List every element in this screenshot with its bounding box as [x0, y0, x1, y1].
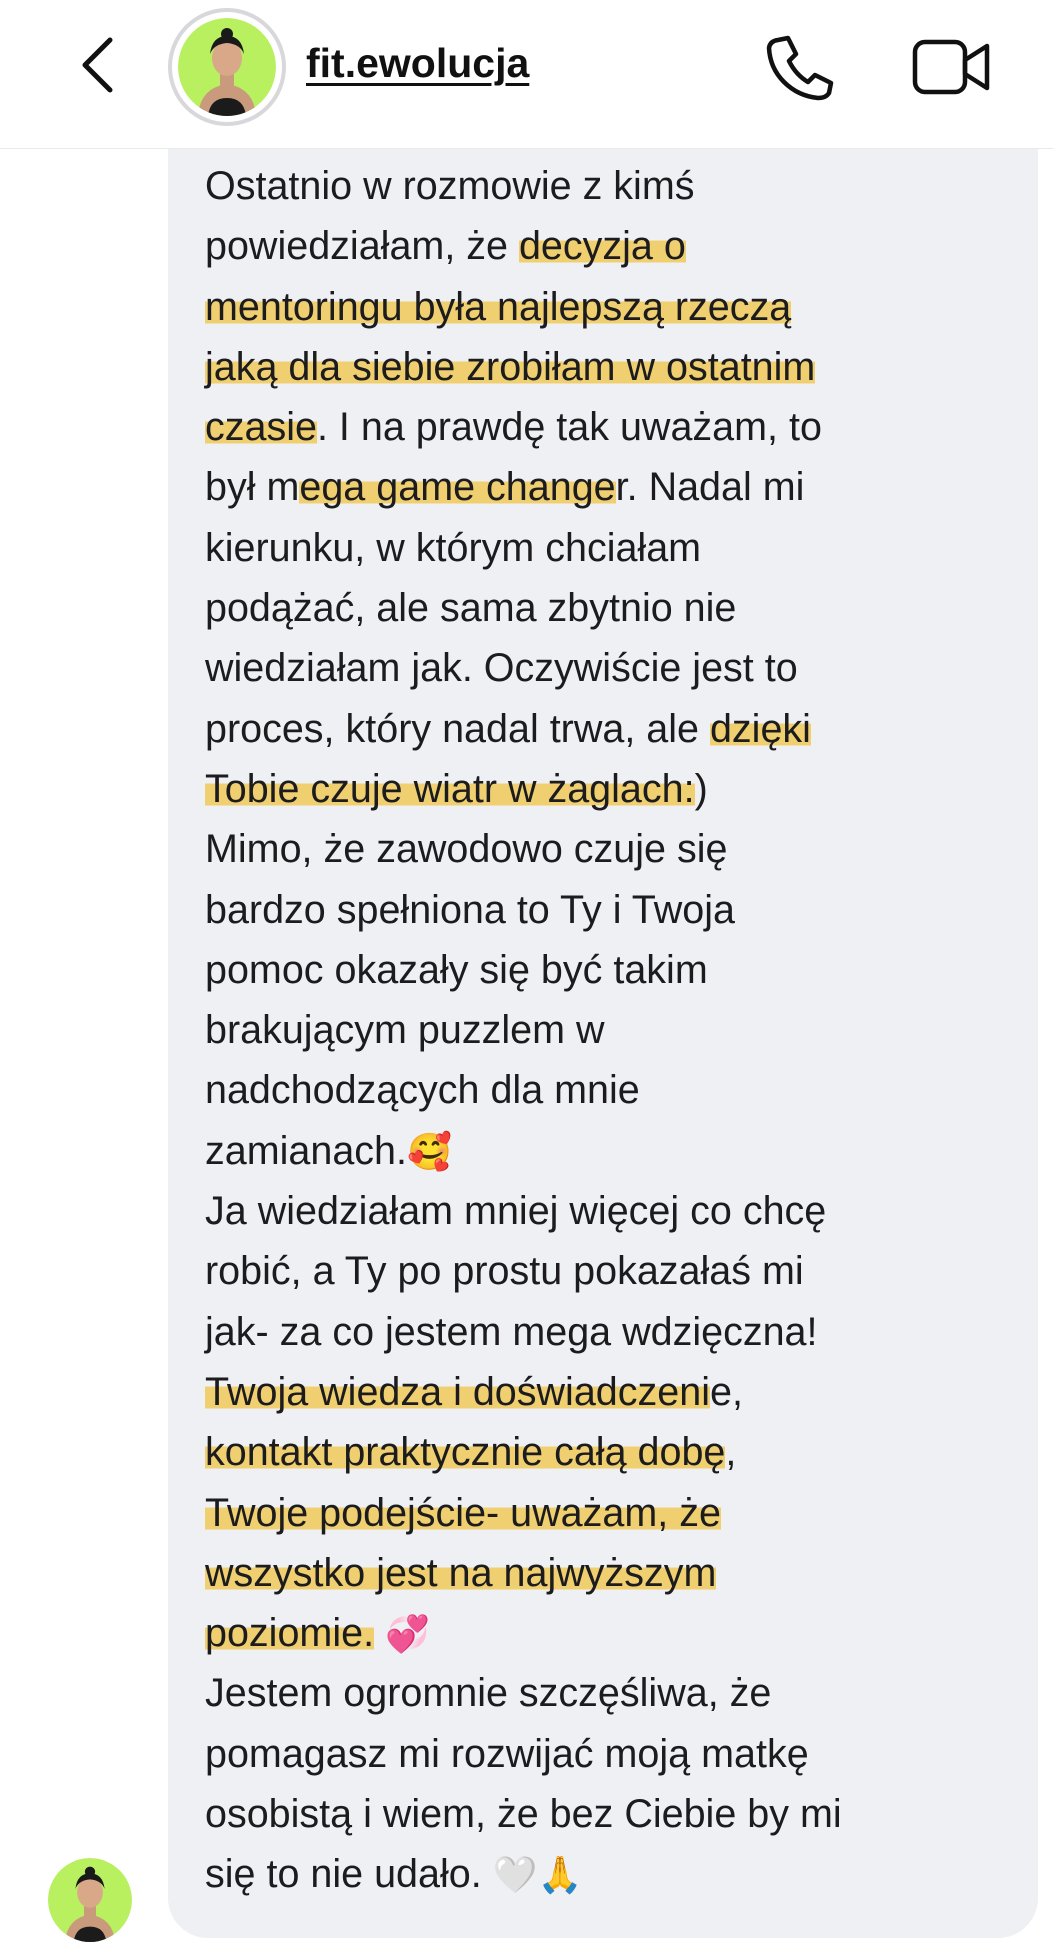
message-text-segment: Jestem ogromnie szczęśliwa, że: [205, 1671, 772, 1716]
avatar-image: [178, 18, 276, 116]
message-text-segment: podążać, ale sama zbytnio nie: [205, 586, 737, 631]
message-line: bardzo spełniona to Ty i Twoja: [205, 880, 1035, 940]
message-line: mentoringu była najlepszą rzeczą: [205, 277, 1035, 337]
message-line: się to nie udało. 🤍🙏: [205, 1844, 1035, 1904]
message-line: robić, a Ty po prostu pokazałaś mi: [205, 1241, 1035, 1301]
highlighted-text: ega game change: [299, 465, 616, 510]
highlighted-text: Twoje podejście- uważam, że: [205, 1490, 721, 1535]
message-line: jaką dla siebie zrobiłam w ostatnim: [205, 337, 1035, 397]
message-text-segment: proces, który nadal trwa, ale: [205, 706, 710, 751]
message-line: osobistą i wiem, że bez Ciebie by mi: [205, 1784, 1035, 1844]
chat-username[interactable]: fit.ewolucja: [306, 40, 529, 87]
emoji: 🙏: [537, 1855, 583, 1897]
back-button[interactable]: [70, 30, 130, 100]
message-text-segment: robić, a Ty po prostu pokazałaś mi: [205, 1249, 804, 1294]
highlighted-text: Tobie czuje wiatr w żaglach:: [205, 766, 695, 811]
message-line: Tobie czuje wiatr w żaglach:): [205, 759, 1035, 819]
highlighted-text: wszystko jest na najwyższym: [205, 1550, 717, 1595]
message-text-segment: Ja wiedziałam mniej więcej co chcę: [205, 1189, 827, 1234]
highlighted-text: decyzja o: [518, 224, 686, 269]
highlighted-text: Twoja wiedza i doświadczeni: [205, 1369, 710, 1414]
message-line: Ja wiedziałam mniej więcej co chcę: [205, 1181, 1035, 1241]
message-text-segment: pomagasz mi rozwijać moją matkę: [205, 1731, 809, 1776]
message-text-segment: się to nie udało.: [205, 1852, 493, 1897]
message-line: brakującym puzzlem w: [205, 1000, 1035, 1060]
chat-header: fit.ewolucja: [0, 0, 1053, 149]
message-text-segment: powiedziałam, że: [205, 224, 519, 269]
message-line: jak- za co jestem mega wdzięczna!: [205, 1302, 1035, 1362]
message-line: był mega game changer. Nadal mi: [205, 457, 1035, 517]
highlighted-text: poziomie.: [205, 1611, 375, 1656]
message-text-segment: zamianach.: [205, 1128, 407, 1173]
message-text-segment: wiedziałam jak. Oczywiście jest to: [205, 646, 798, 691]
message-line: Mimo, że zawodowo czuje się: [205, 819, 1035, 879]
emoji: 💞: [385, 1614, 430, 1656]
video-camera-icon: [912, 39, 990, 95]
highlighted-text: kontakt praktycznie całą dobę: [205, 1430, 726, 1475]
message-text-segment: pomoc okazały się być takim: [205, 947, 708, 992]
message-text-segment: ,: [725, 1430, 737, 1475]
message-line: kontakt praktycznie całą dobę,: [205, 1422, 1035, 1482]
message-text-segment: [374, 1611, 385, 1655]
chevron-left-icon: [82, 37, 113, 93]
message-text-segment: e,: [709, 1369, 743, 1414]
message-line: Jestem ogromnie szczęśliwa, że: [205, 1663, 1035, 1723]
highlighted-text: czasie: [205, 405, 317, 450]
message-text-segment: ): [694, 766, 708, 811]
highlighted-text: dzięki: [709, 706, 811, 751]
profile-avatar[interactable]: [168, 8, 286, 126]
message-text-segment: Mimo, że zawodowo czuje się: [205, 827, 728, 872]
message-text-segment: bardzo spełniona to Ty i Twoja: [205, 887, 735, 932]
message-line: podążać, ale sama zbytnio nie: [205, 578, 1035, 638]
message-text: Ostatnio w rozmowie z kimś powiedziałam, …: [205, 156, 1035, 1905]
message-text-segment: . I na prawdę tak uważam, to: [316, 405, 822, 450]
message-bubble[interactable]: Ostatnio w rozmowie z kimś powiedziałam, …: [168, 148, 1038, 1938]
highlighted-text: mentoringu była najlepszą rzeczą: [205, 284, 792, 329]
message-line: pomoc okazały się być takim: [205, 940, 1035, 1000]
message-line: wszystko jest na najwyższym: [205, 1543, 1035, 1603]
message-line: pomagasz mi rozwijać moją matkę: [205, 1724, 1035, 1784]
audio-call-button[interactable]: [760, 30, 840, 105]
emoji: 🥰: [407, 1131, 452, 1173]
message-line: powiedziałam, że decyzja o: [205, 216, 1035, 276]
message-text-segment: brakującym puzzlem w: [205, 1008, 605, 1053]
message-text-segment: był m: [205, 465, 300, 510]
video-call-button[interactable]: [905, 30, 995, 105]
message-line: Ostatnio w rozmowie z kimś: [205, 156, 1035, 216]
message-line: kierunku, w którym chciałam: [205, 518, 1035, 578]
message-line: Twoje podejście- uważam, że: [205, 1483, 1035, 1543]
message-line: nadchodzących dla mnie: [205, 1060, 1035, 1120]
message-line: Twoja wiedza i doświadczenie,: [205, 1362, 1035, 1422]
emoji: 🤍: [492, 1855, 538, 1897]
sender-avatar[interactable]: [48, 1858, 132, 1942]
message-text-segment: jak- za co jestem mega wdzięczna!: [205, 1309, 818, 1354]
message-text-segment: osobistą i wiem, że bez Ciebie by mi: [205, 1792, 842, 1837]
highlighted-text: jaką dla siebie zrobiłam w ostatnim: [205, 344, 816, 389]
message-text-segment: kierunku, w którym chciałam: [205, 525, 702, 570]
message-line: zamianach.🥰: [205, 1121, 1035, 1181]
message-text-segment: r. Nadal mi: [615, 465, 805, 510]
message-line: czasie. I na prawdę tak uważam, to: [205, 397, 1035, 457]
message-line: poziomie. 💞: [205, 1603, 1035, 1663]
phone-icon: [766, 35, 834, 101]
message-text-segment: nadchodzących dla mnie: [205, 1068, 640, 1113]
message-text-segment: Ostatnio w rozmowie z kimś: [205, 164, 695, 208]
message-line: wiedziałam jak. Oczywiście jest to: [205, 638, 1035, 698]
message-line: proces, który nadal trwa, ale dzięki: [205, 699, 1035, 759]
